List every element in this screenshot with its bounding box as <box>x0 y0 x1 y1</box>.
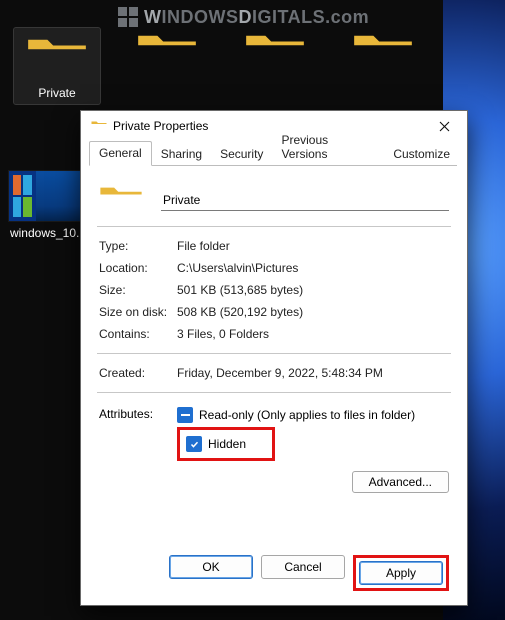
desktop-folder-label: Private <box>38 86 75 100</box>
label-attributes: Attributes: <box>99 405 177 421</box>
label-type: Type: <box>99 239 177 253</box>
folder-icon <box>91 119 107 133</box>
watermark: WINDOWSDIGITALS.com <box>118 5 438 29</box>
folder-icon <box>99 182 143 218</box>
hidden-highlight: Hidden <box>177 427 275 461</box>
tab-previous-versions[interactable]: Previous Versions <box>272 129 384 166</box>
checkbox-hidden-label: Hidden <box>208 437 246 451</box>
value-size: 501 KB (513,685 bytes) <box>177 283 303 297</box>
tab-customize[interactable]: Customize <box>384 143 459 166</box>
value-created: Friday, December 9, 2022, 5:48:34 PM <box>177 366 383 380</box>
apply-highlight: Apply <box>353 555 449 591</box>
checkbox-readonly-label: Read-only (Only applies to files in fold… <box>199 408 415 422</box>
advanced-button[interactable]: Advanced... <box>352 471 449 493</box>
close-icon <box>439 121 450 132</box>
tab-sharing[interactable]: Sharing <box>152 143 211 166</box>
folder-icon <box>352 28 414 78</box>
apply-button[interactable]: Apply <box>359 561 443 585</box>
tab-security[interactable]: Security <box>211 143 272 166</box>
desktop-folder-private[interactable]: Private <box>14 28 100 104</box>
checkbox-hidden[interactable]: Hidden <box>186 434 246 454</box>
label-location: Location: <box>99 261 177 275</box>
separator <box>97 226 451 227</box>
desktop-folder-row: Private <box>0 28 443 104</box>
checkbox-icon <box>177 407 193 423</box>
desktop-file-thumbnail[interactable] <box>8 170 90 222</box>
dialog-title: Private Properties <box>113 119 208 133</box>
cancel-button[interactable]: Cancel <box>261 555 345 579</box>
folder-name-input[interactable] <box>161 189 449 211</box>
desktop-folder[interactable] <box>126 28 208 104</box>
value-size-on-disk: 508 KB (520,192 bytes) <box>177 305 303 319</box>
value-location: C:\Users\alvin\Pictures <box>177 261 298 275</box>
label-size: Size: <box>99 283 177 297</box>
separator <box>97 392 451 393</box>
close-button[interactable] <box>427 112 461 140</box>
folder-icon <box>244 28 306 78</box>
properties-dialog: Private Properties General Sharing Secur… <box>80 110 468 606</box>
start-tiles-icon <box>9 171 36 221</box>
label-size-on-disk: Size on disk: <box>99 305 177 319</box>
label-created: Created: <box>99 366 177 380</box>
ok-button[interactable]: OK <box>169 555 253 579</box>
label-contains: Contains: <box>99 327 177 341</box>
tab-general[interactable]: General <box>89 141 152 166</box>
checkbox-icon <box>186 436 202 452</box>
dialog-buttons: OK Cancel Apply <box>169 555 449 591</box>
tab-strip: General Sharing Security Previous Versio… <box>81 141 467 166</box>
windows-logo-icon <box>118 7 138 27</box>
separator <box>97 353 451 354</box>
value-type: File folder <box>177 239 230 253</box>
desktop-folder[interactable] <box>234 28 316 104</box>
folder-icon <box>26 32 88 82</box>
folder-icon <box>136 28 198 78</box>
value-contains: 3 Files, 0 Folders <box>177 327 269 341</box>
checkbox-readonly[interactable]: Read-only (Only applies to files in fold… <box>177 405 449 425</box>
desktop-folder[interactable] <box>342 28 424 104</box>
